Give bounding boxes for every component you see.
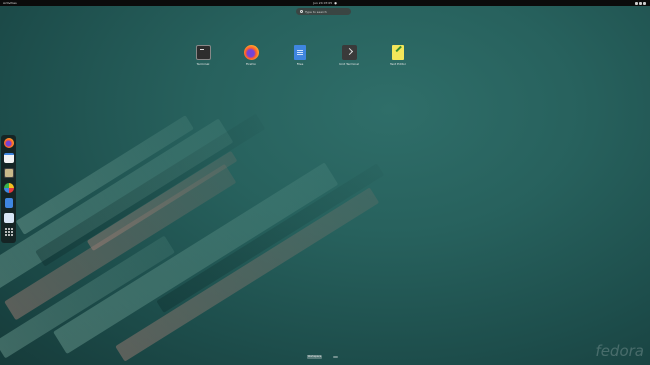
app-text-editor[interactable]: Text Editor	[386, 45, 410, 66]
terminal-icon	[195, 45, 211, 60]
firefox-icon	[243, 45, 259, 60]
clock[interactable]: Jun 24 07:05 ●	[313, 0, 337, 6]
power-icon	[643, 1, 646, 5]
top-bar: Activities Jun 24 07:05 ●	[0, 0, 650, 6]
files-icon[interactable]	[5, 198, 13, 208]
workspace-thumbnail[interactable]: Workspace	[307, 355, 322, 359]
workspace-label: Workspace	[307, 355, 322, 358]
app-firefox[interactable]: Firefox	[239, 45, 263, 66]
help-icon[interactable]	[4, 213, 14, 223]
app-label: Unit Terminal	[339, 62, 359, 66]
activities-button[interactable]: Activities	[3, 0, 17, 6]
dash	[1, 135, 16, 243]
app-user-terminal[interactable]: Unit Terminal	[337, 45, 361, 66]
bell-icon: ●	[334, 1, 337, 5]
firefox-icon[interactable]	[4, 138, 14, 148]
volume-icon	[639, 1, 642, 5]
clock-label: Jun 24 07:05	[313, 1, 333, 5]
app-label: Text Editor	[390, 62, 406, 66]
app-terminal[interactable]: Terminal	[191, 45, 215, 66]
search-icon	[300, 10, 303, 13]
app-label: Terminal	[196, 62, 210, 66]
app-files[interactable]: Files	[288, 45, 312, 66]
calendar-icon[interactable]	[4, 153, 14, 163]
search-input[interactable]: Type to search	[296, 8, 351, 15]
files-icon	[294, 45, 306, 60]
app-label: Firefox	[246, 62, 256, 66]
text-editor-icon	[392, 45, 404, 60]
workspace-indicator[interactable]	[333, 356, 338, 358]
system-tray[interactable]	[635, 1, 646, 5]
software-icon[interactable]	[4, 183, 14, 193]
fedora-logo: fedora	[595, 342, 644, 360]
app-label: Files	[296, 62, 304, 66]
console-icon	[341, 45, 357, 60]
network-icon	[635, 1, 638, 5]
disk-icon[interactable]	[4, 168, 14, 178]
search-placeholder: Type to search	[305, 9, 327, 14]
show-apps-icon[interactable]	[4, 227, 14, 237]
wallpaper	[0, 0, 650, 365]
